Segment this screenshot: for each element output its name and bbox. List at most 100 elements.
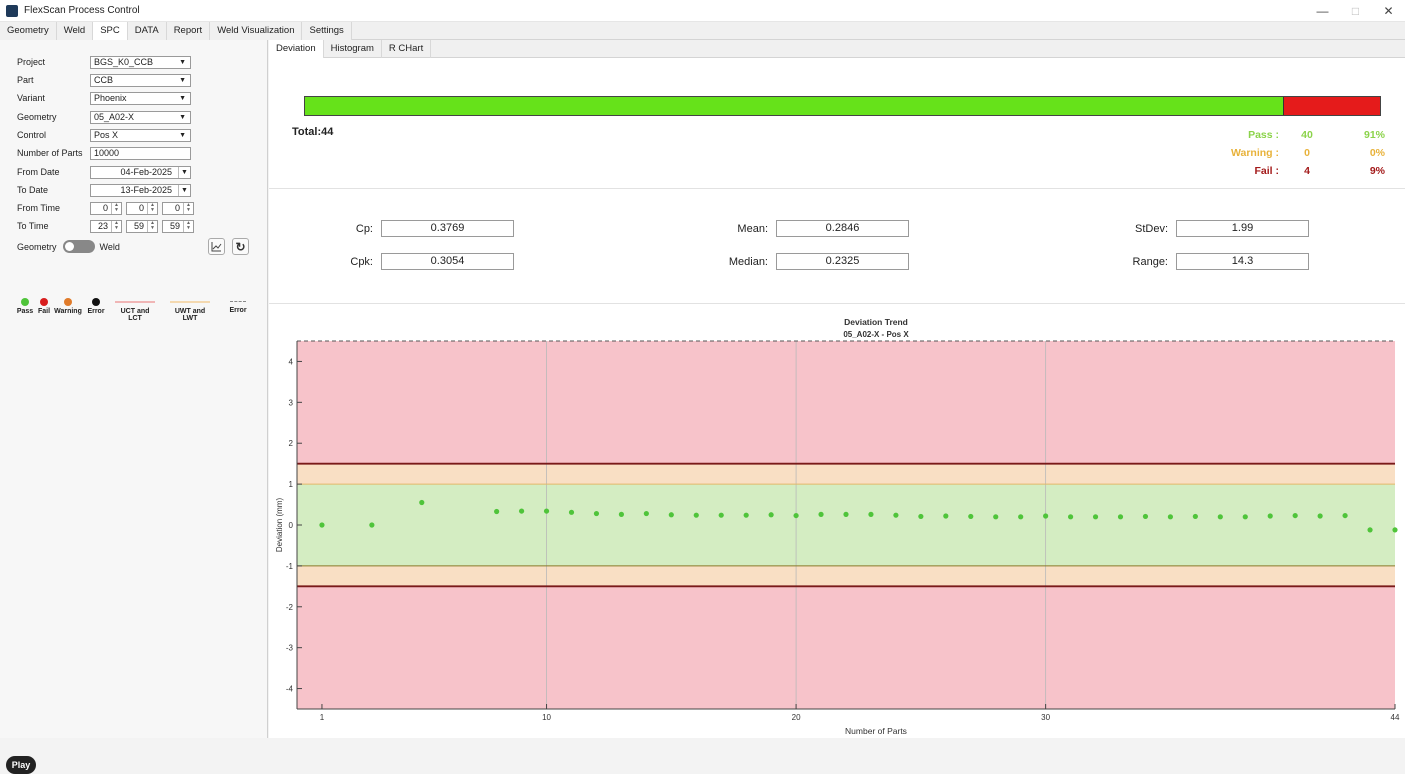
maximize-icon[interactable]: □ bbox=[1339, 0, 1372, 22]
from-hour-spinner[interactable]: 0 ▲ ▼ bbox=[90, 201, 122, 215]
control-select[interactable]: Pos X ▼ bbox=[90, 128, 191, 142]
x-tick-label: 30 bbox=[1041, 713, 1050, 722]
y-tick-label: 2 bbox=[289, 439, 294, 448]
chart-view-button[interactable] bbox=[208, 238, 225, 255]
control-row: Control Pos X ▼ bbox=[17, 128, 191, 142]
variant-label: Variant bbox=[17, 93, 45, 103]
refresh-icon: ↻ bbox=[235, 239, 246, 254]
data-point bbox=[818, 511, 824, 517]
from-date-label: From Date bbox=[17, 167, 60, 177]
data-point bbox=[1392, 527, 1398, 533]
y-tick-label: -2 bbox=[286, 603, 294, 612]
data-point bbox=[1292, 512, 1298, 519]
data-point bbox=[718, 512, 724, 518]
data-point bbox=[518, 508, 525, 514]
part-select[interactable]: CCB ▼ bbox=[90, 73, 191, 87]
chart-title: Deviation Trend bbox=[844, 317, 908, 327]
project-label: Project bbox=[17, 57, 46, 67]
calendar-dropdown-icon[interactable]: ▼ bbox=[178, 166, 190, 178]
y-tick-label: -3 bbox=[286, 644, 294, 653]
data-point bbox=[868, 511, 874, 517]
to-time-row: To Time 23 ▲ ▼ 59 ▲ ▼ 59 ▲ ▼ bbox=[17, 219, 198, 233]
from-date-picker[interactable]: 04-Feb-2025 ▼ bbox=[90, 165, 191, 179]
y-tick-label: 4 bbox=[289, 357, 294, 366]
data-point bbox=[968, 513, 974, 520]
geometry-select[interactable]: 05_A02-X ▼ bbox=[90, 110, 191, 124]
data-point bbox=[1342, 512, 1348, 519]
data-point bbox=[593, 510, 600, 517]
deviation-trend-chart: 43210-1-2-3-41 10 20 30 44Deviation Trend05_… bbox=[275, 317, 1400, 736]
number-of-parts-row: Number of Parts 10000 bbox=[17, 146, 191, 160]
data-point bbox=[543, 508, 550, 514]
to-minute-spinner[interactable]: 59 ▲ ▼ bbox=[126, 219, 158, 233]
spinner-arrows-icon[interactable]: ▲ ▼ bbox=[183, 220, 193, 232]
tab-data[interactable]: DATA bbox=[127, 22, 167, 40]
tab-report[interactable]: Report bbox=[166, 22, 211, 40]
toggle-left-label: Geometry bbox=[17, 241, 57, 252]
spinner-arrows-icon[interactable]: ▲ ▼ bbox=[147, 202, 157, 214]
filter-panel: Project BGS_K0_CCB ▼ Part CCB ▼ Variant Ph… bbox=[0, 40, 268, 774]
from-second-spinner[interactable]: 0 ▲ ▼ bbox=[162, 201, 194, 215]
window-title: FlexScan Process Control bbox=[24, 5, 140, 16]
y-axis-label: Deviation (mm) bbox=[275, 498, 284, 553]
refresh-button[interactable]: ↻ bbox=[232, 238, 249, 255]
tab-spc[interactable]: SPC bbox=[93, 22, 128, 40]
to-hour-spinner[interactable]: 23 ▲ ▼ bbox=[90, 219, 122, 233]
x-axis-label: Number of Parts bbox=[845, 726, 907, 736]
spinner-arrows-icon[interactable]: ▲ ▼ bbox=[183, 202, 193, 214]
legend-uct-lct: UCT and LCT bbox=[115, 298, 155, 322]
data-point bbox=[1267, 513, 1273, 519]
pass-zone bbox=[297, 484, 1395, 566]
data-point bbox=[1317, 513, 1323, 519]
spinner-arrows-icon[interactable]: ▲ ▼ bbox=[147, 220, 157, 232]
from-time-row: From Time 0 ▲ ▼ 0 ▲ ▼ 0 ▲ ▼ bbox=[17, 201, 198, 215]
close-icon[interactable]: ✕ bbox=[1372, 0, 1405, 22]
tab-weld[interactable]: Weld bbox=[56, 22, 94, 40]
data-point bbox=[668, 512, 674, 518]
legend-error-line: Error bbox=[218, 298, 258, 314]
data-point bbox=[843, 511, 849, 517]
data-point bbox=[568, 509, 575, 515]
minimize-icon[interactable]: — bbox=[1306, 0, 1339, 22]
variant-select[interactable]: Phoenix ▼ bbox=[90, 91, 191, 105]
legend-error: Error bbox=[76, 298, 116, 315]
data-point bbox=[1117, 514, 1124, 520]
tab-geometry[interactable]: Geometry bbox=[0, 22, 57, 40]
y-tick-label: 1 bbox=[289, 480, 294, 489]
data-point bbox=[1192, 513, 1198, 520]
main-menu-bar: Geometry Weld SPC DATA Report Weld Visua… bbox=[0, 22, 1405, 40]
from-minute-spinner[interactable]: 0 ▲ ▼ bbox=[126, 201, 158, 215]
variant-row: Variant Phoenix ▼ bbox=[17, 91, 191, 105]
to-second-spinner[interactable]: 59 ▲ ▼ bbox=[162, 219, 194, 233]
number-of-parts-label: Number of Parts bbox=[17, 148, 83, 158]
app-logo-icon bbox=[6, 4, 18, 17]
upper-warning-zone bbox=[297, 463, 1395, 485]
calendar-dropdown-icon[interactable]: ▼ bbox=[178, 184, 190, 196]
data-point bbox=[319, 522, 325, 528]
play-button[interactable]: Play bbox=[6, 756, 36, 774]
x-tick-label: 10 bbox=[542, 713, 551, 722]
number-of-parts-input[interactable]: 10000 bbox=[90, 146, 191, 160]
to-time-label: To Time bbox=[17, 221, 49, 231]
legend-fail-dot bbox=[40, 298, 48, 306]
data-point bbox=[918, 513, 924, 520]
data-point bbox=[893, 512, 899, 518]
data-point bbox=[419, 499, 425, 506]
spinner-arrows-icon[interactable]: ▲ ▼ bbox=[111, 220, 121, 232]
y-tick-label: -1 bbox=[286, 562, 294, 571]
y-tick-label: 0 bbox=[289, 521, 294, 530]
tab-settings[interactable]: Settings bbox=[302, 22, 352, 40]
toggle-knob bbox=[64, 242, 74, 251]
data-point bbox=[494, 508, 500, 515]
control-label: Control bbox=[17, 130, 47, 140]
geometry-weld-toggle[interactable] bbox=[62, 240, 95, 253]
chart-subtitle: 05_A02-X - Pos X bbox=[843, 330, 909, 339]
spinner-arrows-icon[interactable]: ▲ ▼ bbox=[111, 202, 121, 214]
data-point bbox=[1142, 513, 1149, 520]
toggle-right-label: Weld bbox=[99, 241, 120, 252]
part-label: Part bbox=[17, 75, 34, 85]
part-row: Part CCB ▼ bbox=[17, 73, 191, 87]
project-select[interactable]: BGS_K0_CCB ▼ bbox=[90, 55, 191, 69]
tab-weld-visualization[interactable]: Weld Visualization bbox=[210, 22, 303, 40]
to-date-picker[interactable]: 13-Feb-2025 ▼ bbox=[90, 183, 191, 197]
